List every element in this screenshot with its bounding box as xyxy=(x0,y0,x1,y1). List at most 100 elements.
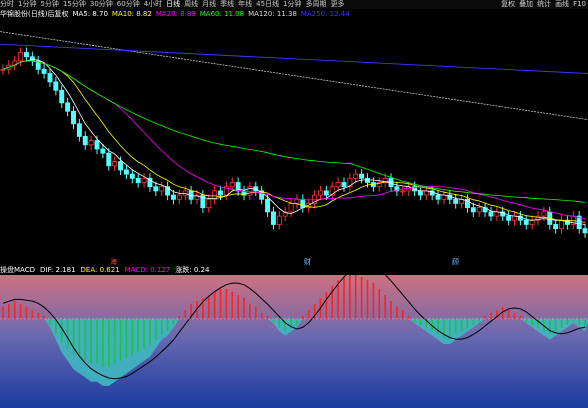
candle-body xyxy=(265,198,270,213)
candle-body xyxy=(476,207,482,213)
candle-body xyxy=(29,56,35,62)
candle-body xyxy=(129,173,135,179)
candle-body xyxy=(553,224,559,230)
candle-body xyxy=(171,194,176,200)
candle-body xyxy=(53,81,59,91)
candle-body xyxy=(417,190,423,196)
macd-legend: 操盘MACD DIF: 2.181 DEA: 0.621 MACD: 0.127… xyxy=(0,266,588,275)
candle-body xyxy=(106,152,112,167)
period-tab[interactable]: 更多 xyxy=(331,0,349,9)
period-tab[interactable]: 日线 xyxy=(166,0,184,9)
period-tab[interactable]: 分时 xyxy=(0,0,18,9)
candle-body xyxy=(335,182,341,188)
period-tab[interactable]: 15分钟 xyxy=(63,0,90,9)
candle-body xyxy=(341,182,347,188)
candle-body xyxy=(141,177,147,183)
period-tabs: 分时 1分钟 5分钟 15分钟 30分钟 60分钟 4小时 日线 周线 月线 季线 年线 45日线 1分钟… xyxy=(0,0,349,9)
candle-body xyxy=(488,211,494,217)
candle-body xyxy=(218,190,223,196)
candle-body xyxy=(41,68,47,74)
candle-body xyxy=(559,219,564,230)
candle-body xyxy=(470,207,476,213)
period-tab[interactable]: 4小时 xyxy=(144,0,166,9)
period-tab[interactable]: 5分钟 xyxy=(40,0,62,9)
candle-body xyxy=(323,190,329,196)
candle-body xyxy=(71,110,76,125)
candle-body xyxy=(294,198,300,204)
candle-body xyxy=(18,52,24,62)
tool-button[interactable]: 统计 xyxy=(533,0,551,9)
period-tab[interactable]: 年线 xyxy=(238,0,256,9)
candle-body xyxy=(24,52,29,58)
ma-legend: 华锦股份(日线)后复权 MA5: 8.70 MA10: 8.82 MA20: 8… xyxy=(0,10,588,19)
ma120-value: MA120: 11.38 xyxy=(248,10,297,18)
candle-body xyxy=(318,190,323,196)
candle-body xyxy=(388,177,394,188)
tool-button[interactable]: 画线 xyxy=(551,0,569,9)
candle-body xyxy=(400,190,406,193)
tool-button[interactable]: F10 xyxy=(569,0,586,9)
candle-body xyxy=(112,161,118,167)
candle-body xyxy=(365,177,370,183)
tool-button[interactable]: 叠加 xyxy=(515,0,533,9)
ma20-value: MA20: 8.89 xyxy=(155,10,196,18)
candle-body xyxy=(59,89,65,104)
macd-value: MACD: 0.127 xyxy=(124,266,171,274)
candle-body xyxy=(82,136,88,146)
period-tab[interactable]: 60分钟 xyxy=(117,0,144,9)
candle-body xyxy=(123,169,129,175)
candle-body xyxy=(47,73,53,83)
candle-body xyxy=(288,203,294,213)
candle-body xyxy=(135,177,141,183)
dif-value: DIF: 2.181 xyxy=(39,266,76,274)
candle-body xyxy=(76,123,82,137)
candle-body xyxy=(100,148,106,154)
tool-buttons: 复权 叠加 统计 画线 F10 xyxy=(497,0,586,9)
ma250-line xyxy=(0,43,588,74)
candle-body xyxy=(582,228,588,234)
candle-body xyxy=(65,102,71,112)
signal-value: 涨跌: 0.24 xyxy=(175,266,210,274)
period-tab[interactable]: 月线 xyxy=(202,0,220,9)
candle-body xyxy=(353,173,359,179)
candle-body xyxy=(276,215,282,225)
candlestick-chart xyxy=(0,31,588,238)
period-tab[interactable]: 1分钟 xyxy=(18,0,40,9)
ma250-value: MA250: 12.44 xyxy=(300,10,350,18)
period-tab[interactable]: 1分钟 xyxy=(283,0,305,9)
ma60-value: MA60: 11.08 xyxy=(199,10,245,18)
ma10-value: MA10: 8.82 xyxy=(111,10,152,18)
ma120-line xyxy=(0,31,588,120)
candle-body xyxy=(153,186,159,192)
ma60-line xyxy=(2,60,586,203)
candle-body xyxy=(270,211,276,225)
candle-body xyxy=(441,194,447,200)
stock-title: 华锦股份(日线)后复权 xyxy=(0,10,69,18)
candle-body xyxy=(423,190,429,196)
candle-body xyxy=(529,219,535,225)
candle-body xyxy=(300,198,306,209)
candle-body xyxy=(247,186,253,196)
candle-body xyxy=(523,219,529,225)
candle-body xyxy=(94,140,100,150)
candle-body xyxy=(159,186,165,192)
period-tab[interactable]: 季线 xyxy=(220,0,238,9)
candle-body xyxy=(359,173,365,179)
tool-button[interactable]: 复权 xyxy=(497,0,515,9)
candle-body xyxy=(541,211,547,217)
candle-body xyxy=(88,140,94,146)
macd-name: 操盘MACD xyxy=(0,266,35,274)
ma5-value: MA5: 8.70 xyxy=(72,10,108,18)
period-tab[interactable]: 多周期 xyxy=(306,0,331,9)
candle-body xyxy=(118,161,123,171)
candle-body xyxy=(512,215,517,221)
period-tab[interactable]: 45日线 xyxy=(256,0,283,9)
candle-body xyxy=(176,194,182,200)
period-tab[interactable]: 周线 xyxy=(184,0,202,9)
macd-chart xyxy=(0,275,588,408)
candle-body xyxy=(0,68,6,71)
candle-body xyxy=(506,215,512,221)
candle-body xyxy=(206,198,212,209)
period-tab[interactable]: 30分钟 xyxy=(90,0,117,9)
period-toolbar: 分时 1分钟 5分钟 15分钟 30分钟 60分钟 4小时 日线 周线 月线 季线 年线 45日线 1分钟… xyxy=(0,0,588,9)
